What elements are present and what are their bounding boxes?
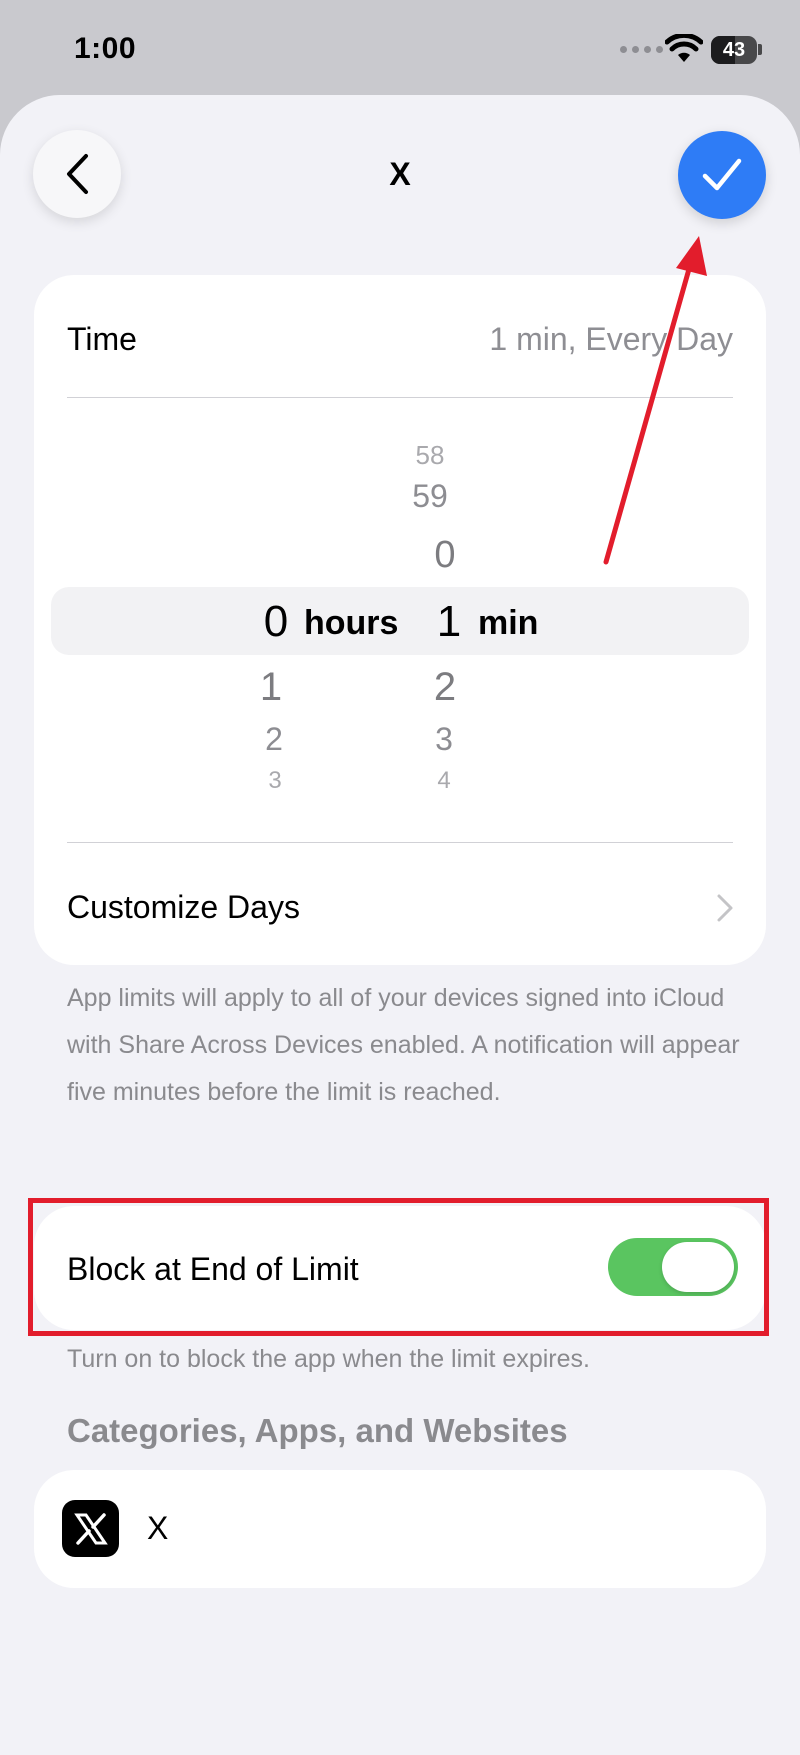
picker-minutes-selected[interactable]: 1: [419, 597, 479, 647]
picker-selection-highlight: [51, 587, 749, 655]
picker-hour-option[interactable]: 3: [245, 767, 305, 795]
x-logo-icon: [62, 1500, 119, 1557]
picker-hours-selected[interactable]: 0: [246, 597, 306, 647]
picker-hour-option[interactable]: 1: [241, 665, 301, 710]
battery-cap: [758, 44, 762, 55]
picker-minute-option[interactable]: 2: [415, 665, 475, 710]
picker-minute-option[interactable]: 58: [400, 440, 460, 471]
time-value: 1 min, Every Day: [489, 321, 733, 357]
picker-minute-option[interactable]: 59: [400, 478, 460, 515]
cellular-signal-icon: [620, 46, 663, 53]
divider: [67, 842, 733, 843]
picker-hour-option[interactable]: 2: [244, 721, 304, 758]
battery-level: 43: [722, 39, 746, 61]
status-bar: 1:00 43: [0, 0, 800, 100]
divider: [67, 397, 733, 398]
done-button[interactable]: [678, 131, 766, 219]
battery-icon: 43: [711, 36, 757, 64]
wifi-icon: [665, 34, 703, 62]
picker-hours-unit: hours: [304, 604, 399, 642]
annotation-highlight-box: [28, 1198, 769, 1336]
time-label: Time: [67, 321, 137, 357]
picker-minute-option[interactable]: 4: [414, 767, 474, 795]
chevron-right-icon: [717, 894, 733, 922]
picker-minutes-unit: min: [478, 604, 539, 642]
status-time: 1:00: [74, 32, 137, 65]
app-name: X: [147, 1510, 169, 1546]
picker-minute-option[interactable]: 3: [414, 721, 474, 758]
checkmark-icon: [702, 158, 742, 191]
picker-minute-option[interactable]: 0: [415, 534, 475, 577]
app-limits-note: App limits will apply to all of your dev…: [67, 984, 740, 1106]
section-header-categories: Categories, Apps, and Websites: [67, 1412, 568, 1449]
apps-card: [34, 1470, 766, 1588]
customize-days-label: Customize Days: [67, 889, 300, 925]
block-note: Turn on to block the app when the limit …: [67, 1345, 590, 1373]
